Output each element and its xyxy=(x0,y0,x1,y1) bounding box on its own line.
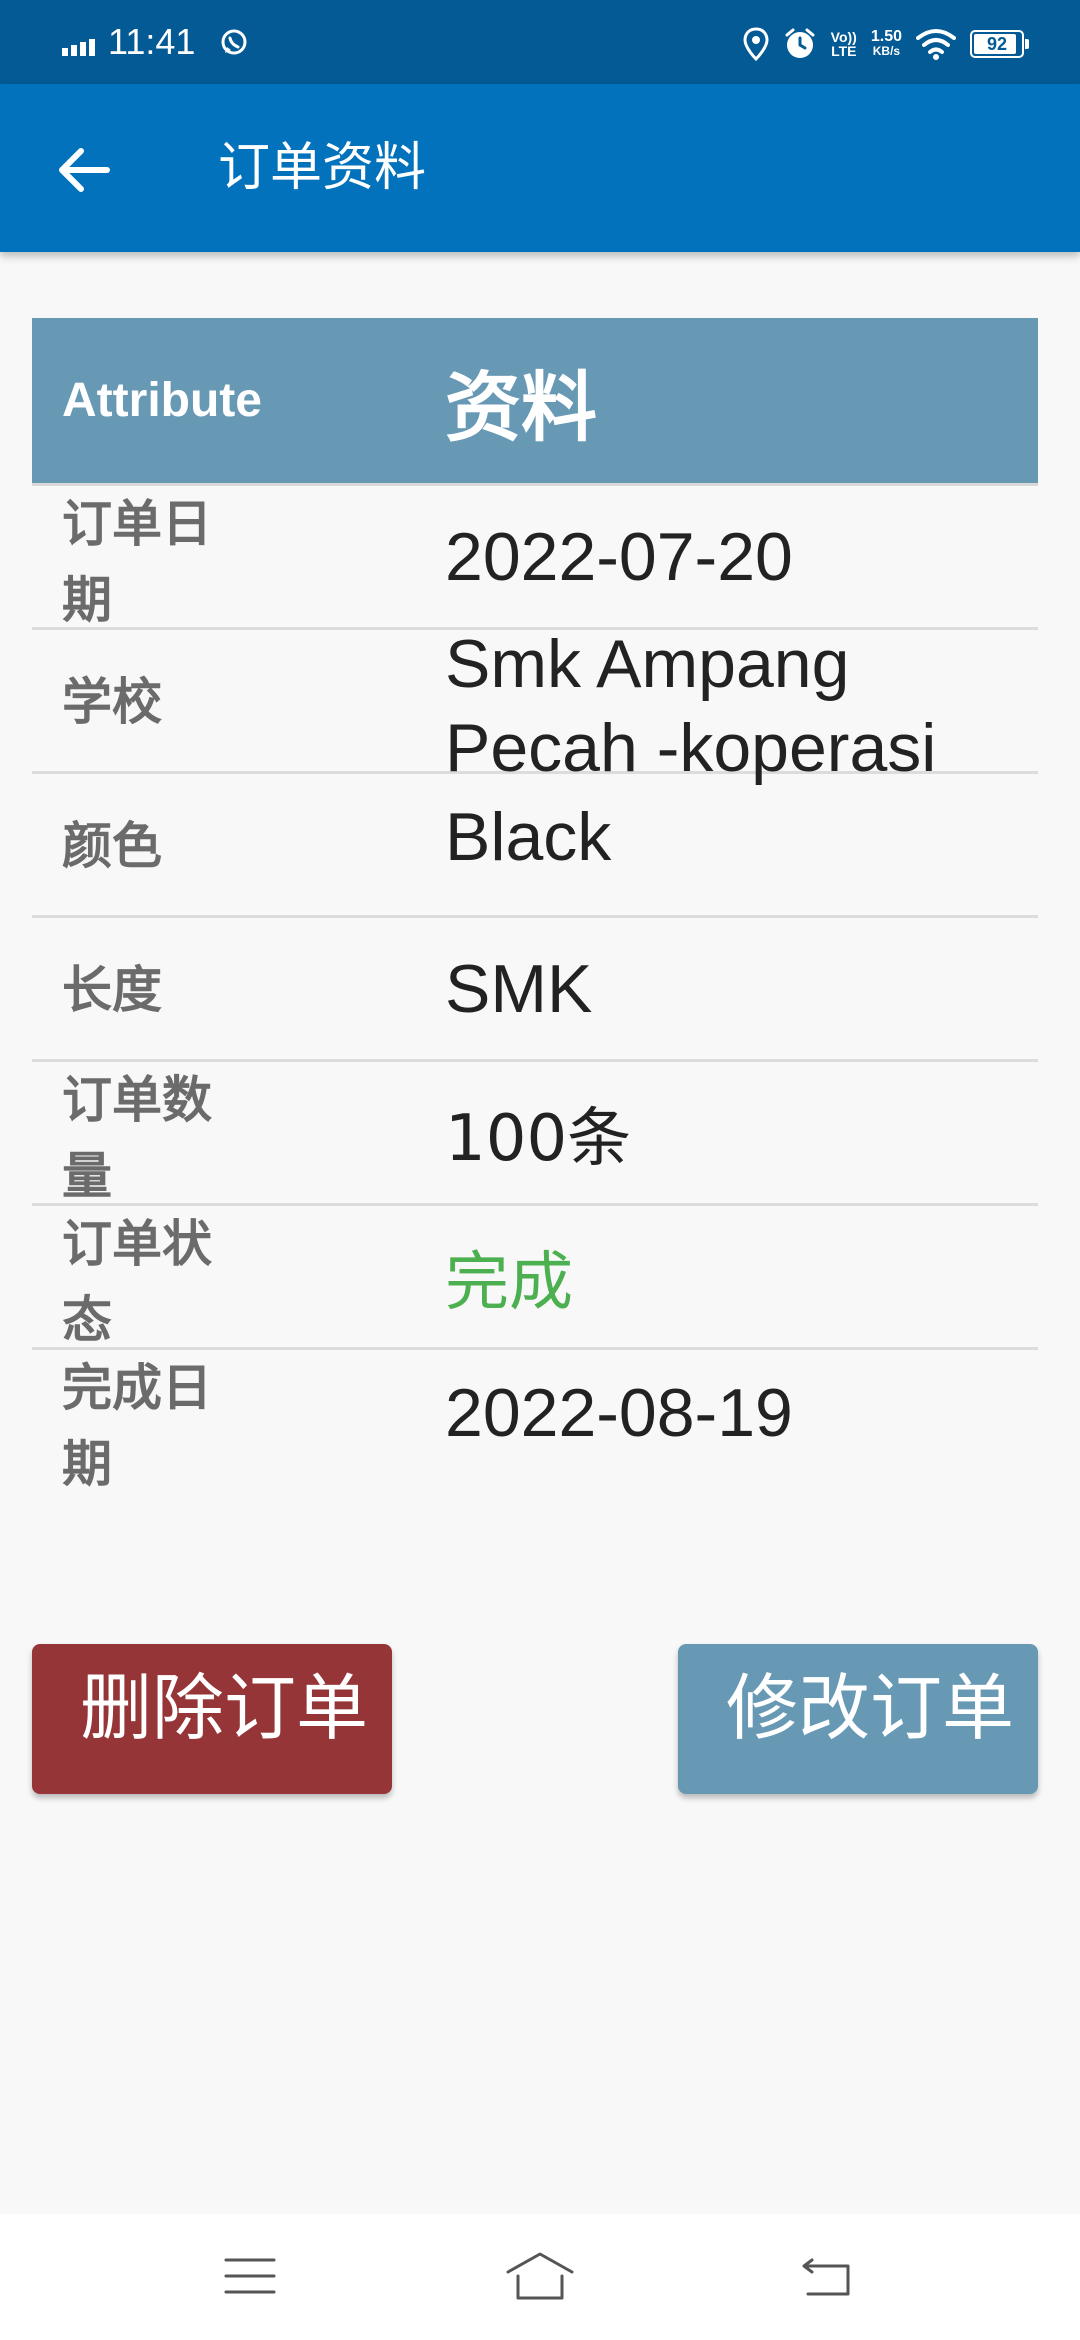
volte-icon: Vo)) LTE xyxy=(830,29,857,59)
row-value: Black xyxy=(445,799,612,875)
battery-icon: 92 xyxy=(970,30,1029,58)
row-label: 完成日期 xyxy=(62,1359,212,1493)
table-row-quantity: 订单数量 100条 xyxy=(32,1062,1038,1206)
home-button[interactable] xyxy=(504,2244,576,2308)
wifi-icon xyxy=(916,29,956,60)
whatsapp-icon xyxy=(221,29,247,55)
status-bar: 11:41 Vo)) LTE 1.50 KB/s 92 xyxy=(0,0,1080,84)
back-nav-icon xyxy=(802,2258,850,2296)
row-label: 订单数量 xyxy=(62,1071,212,1203)
row-value: SMK xyxy=(445,950,593,1027)
app-bar: 订单资料 xyxy=(0,84,1080,252)
row-label: 学校 xyxy=(62,673,162,731)
page-title: 订单资料 xyxy=(218,138,427,198)
signal-icon xyxy=(62,39,95,56)
row-value: Smk Ampang Pecah -koperasi xyxy=(445,626,937,786)
row-label: 颜色 xyxy=(62,817,162,875)
header-attribute: Attribute xyxy=(62,374,262,427)
row-label: 订单日期 xyxy=(62,495,212,627)
table-row-order-date: 订单日期 2022-07-20 xyxy=(32,486,1038,630)
row-label: 订单状态 xyxy=(62,1215,212,1347)
table-row-length: 长度 SMK xyxy=(32,918,1038,1062)
home-icon xyxy=(506,2252,574,2300)
table-header: Attribute 资料 xyxy=(32,318,1038,486)
table-row-completion-date: 完成日期 2022-08-19 xyxy=(32,1350,1038,1494)
back-button[interactable] xyxy=(48,134,120,206)
status-time: 11:41 xyxy=(108,21,196,62)
row-value: 2022-07-20 xyxy=(445,518,793,595)
menu-icon xyxy=(224,2258,276,2294)
row-label: 长度 xyxy=(62,961,162,1019)
table-row-school: 学校 Smk Ampang Pecah -koperasi xyxy=(32,626,1038,786)
arrow-left-icon xyxy=(59,148,110,192)
row-value: 2022-08-19 xyxy=(445,1375,793,1451)
table-row-order-status: 订单状态 完成 xyxy=(32,1206,1038,1350)
system-nav-bar xyxy=(0,2214,1080,2340)
edit-order-button[interactable]: 修改订单 xyxy=(678,1644,1038,1794)
alarm-icon xyxy=(785,28,815,58)
back-nav-button[interactable] xyxy=(790,2244,862,2308)
location-icon xyxy=(743,27,769,61)
menu-button[interactable] xyxy=(214,2244,286,2308)
delete-order-button[interactable]: 删除订单 xyxy=(32,1644,392,1794)
row-value: 100条 xyxy=(445,1101,632,1176)
status-badge: 完成 xyxy=(445,1245,573,1320)
table-row-color: 颜色 Black xyxy=(32,774,1038,918)
header-data: 资料 xyxy=(445,362,597,452)
order-info-table: Attribute 资料 订单日期 2022-07-20 学校 Smk Ampa… xyxy=(32,318,1038,1494)
battery-level: 92 xyxy=(986,33,1008,54)
network-speed: 1.50 KB/s xyxy=(870,28,902,59)
